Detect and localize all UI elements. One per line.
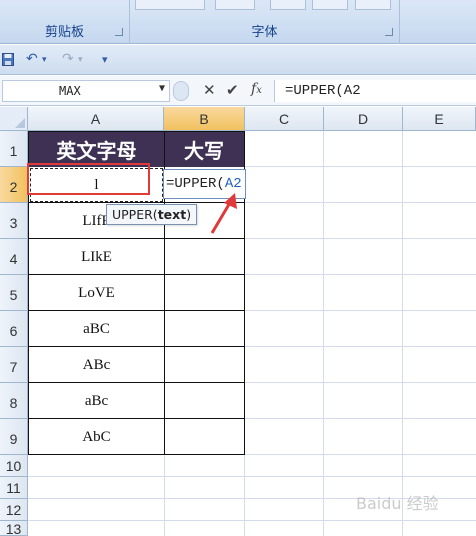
column-header-e[interactable]: E xyxy=(403,107,476,131)
ribbon-group-label: 剪贴板 xyxy=(44,25,84,40)
dialog-launcher-icon[interactable] xyxy=(385,28,393,36)
cell-a5[interactable]: LoVE xyxy=(29,275,164,311)
row-header[interactable]: 8 xyxy=(0,383,28,419)
chevron-down-icon[interactable]: ▼ xyxy=(159,83,165,94)
arrow-annotation-icon xyxy=(210,193,237,234)
name-box-value: MAX xyxy=(59,84,81,98)
column-header-c[interactable]: C xyxy=(245,107,324,131)
watermark-logo-icon: Baidu 经验 xyxy=(356,494,439,513)
chevron-down-icon[interactable]: ▾ xyxy=(78,55,83,65)
gridline xyxy=(28,520,476,521)
cell-a8[interactable]: aBc xyxy=(29,383,164,419)
ribbon-group-label: 字体 xyxy=(251,25,278,40)
row-header[interactable]: 5 xyxy=(0,275,28,311)
ribbon-group-clipboard: 剪贴板 xyxy=(0,0,130,44)
cell-a4[interactable]: LIkE xyxy=(29,239,164,275)
row-header[interactable]: 6 xyxy=(0,311,28,347)
header-cell-b1[interactable]: 大写 xyxy=(164,132,244,167)
row-header[interactable]: 4 xyxy=(0,239,28,275)
cancel-icon[interactable]: ✕ xyxy=(203,81,216,99)
cell-a9[interactable]: AbC xyxy=(29,419,164,455)
undo-icon[interactable]: ↶ xyxy=(26,51,38,67)
enter-icon[interactable]: ✔ xyxy=(226,81,239,99)
customize-qat-icon[interactable]: ▾ xyxy=(102,53,108,66)
column-header-d[interactable]: D xyxy=(324,107,403,131)
gridline xyxy=(28,476,476,477)
edit-formula-ref: A2 xyxy=(224,176,242,192)
tooltip-close: ) xyxy=(186,207,192,222)
highlight-box xyxy=(27,163,150,195)
formula-bar-resize-handle[interactable] xyxy=(173,81,189,101)
ribbon: 剪贴板 字体 xyxy=(0,0,476,44)
cell-a6[interactable]: aBC xyxy=(29,311,164,347)
tooltip-argument[interactable]: text xyxy=(158,207,187,222)
row-header[interactable]: 3 xyxy=(0,203,28,239)
row-header[interactable]: 7 xyxy=(0,347,28,383)
select-all-button[interactable] xyxy=(0,107,28,131)
name-box[interactable]: MAX ▼ xyxy=(2,80,170,102)
row-header[interactable]: 2 xyxy=(0,167,28,203)
header-cell-a1[interactable]: 英文字母 xyxy=(29,132,164,167)
row-header[interactable]: 11 xyxy=(0,477,28,499)
tooltip-function: UPPER( xyxy=(112,207,158,222)
column-header-b[interactable]: B xyxy=(164,107,245,131)
row-header[interactable]: 13 xyxy=(0,521,28,536)
quick-access-toolbar: ↶ ▾ ↷ ▾ ▾ xyxy=(0,45,476,75)
redo-icon[interactable]: ↷ xyxy=(62,51,74,67)
ribbon-group-font: 字体 xyxy=(130,0,400,44)
row-header[interactable]: 1 xyxy=(0,131,28,167)
row-header[interactable]: 9 xyxy=(0,419,28,455)
edit-formula-prefix: =UPPER( xyxy=(166,176,225,192)
column-header-a[interactable]: A xyxy=(28,107,164,131)
cell-a7[interactable]: ABc xyxy=(29,347,164,383)
save-icon[interactable] xyxy=(2,53,14,66)
formula-bar: MAX ▼ ✕ ✔ fx =UPPER(A2 xyxy=(0,76,476,106)
function-tooltip[interactable]: UPPER(text) xyxy=(106,204,198,225)
formula-input[interactable]: =UPPER(A2 xyxy=(274,80,476,102)
dialog-launcher-icon[interactable] xyxy=(115,28,123,36)
chevron-down-icon[interactable]: ▾ xyxy=(42,55,47,65)
row-header[interactable]: 10 xyxy=(0,455,28,477)
insert-function-icon[interactable]: fx xyxy=(251,81,262,97)
spreadsheet-grid: A B C D E 1 2 3 4 5 6 7 8 9 10 11 12 13 … xyxy=(0,107,476,536)
row-header[interactable]: 12 xyxy=(0,499,28,521)
